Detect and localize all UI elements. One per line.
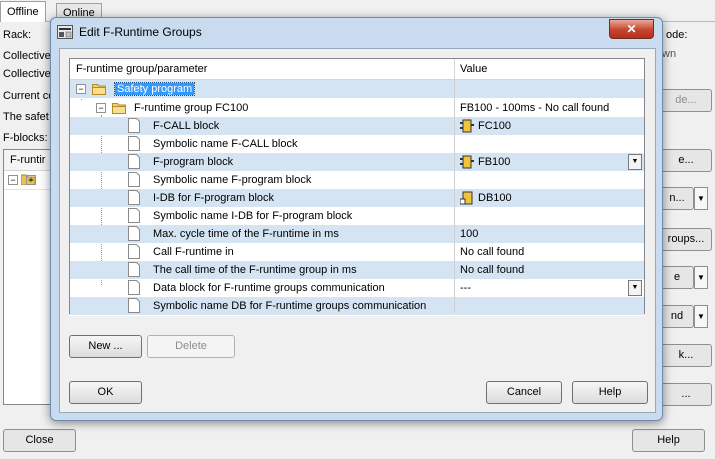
column-header-parameter[interactable]: F-runtime group/parameter xyxy=(76,63,207,75)
document-icon xyxy=(128,262,140,277)
grid-row-label: F-runtime group FC100 xyxy=(134,102,249,114)
grid-row-symbolic-f-program[interactable]: Symbolic name F-program block xyxy=(70,171,644,190)
column-divider[interactable] xyxy=(454,80,455,313)
grid-row-label: Safety program xyxy=(113,82,196,96)
document-icon xyxy=(128,244,140,259)
grid-row-f-call-block[interactable]: F-CALL block FC100 xyxy=(70,117,644,136)
background-button-3[interactable]: n... xyxy=(660,187,694,210)
grid-row-value[interactable]: FB100 - 100ms - No call found xyxy=(460,102,609,114)
dropdown-arrow-icon[interactable]: ▼ xyxy=(628,154,642,170)
selected-row-text: Safety program xyxy=(113,82,196,96)
collective-label-1: Collective xyxy=(3,50,51,62)
background-dropdown-arrow-icon[interactable]: ▼ xyxy=(694,305,708,328)
document-icon xyxy=(128,226,140,241)
grid-row-call-time[interactable]: The call time of the F-runtime group in … xyxy=(70,261,644,280)
grid-row-symbolic-f-call[interactable]: Symbolic name F-CALL block xyxy=(70,135,644,154)
grid-row-label: Symbolic name F-program block xyxy=(153,174,312,186)
tab-offline[interactable]: Offline xyxy=(0,1,46,22)
help-button[interactable]: Help xyxy=(572,381,648,404)
grid-row-label: Call F-runtime in xyxy=(153,246,234,258)
document-icon xyxy=(128,172,140,187)
grid-row-value[interactable]: DB100 xyxy=(478,192,512,204)
document-icon xyxy=(128,208,140,223)
grid-row-label: Symbolic name I-DB for F-program block xyxy=(153,210,353,222)
dropdown-arrow-icon[interactable]: ▼ xyxy=(628,280,642,296)
background-button-4[interactable]: roups... xyxy=(660,228,712,251)
background-button-8[interactable]: ... xyxy=(660,383,712,406)
dialog-title: Edit F-Runtime Groups xyxy=(79,25,202,39)
grid-row-call-f-runtime[interactable]: Call F-runtime in No call found xyxy=(70,243,644,262)
grid-row-symbolic-db-comm[interactable]: Symbolic name DB for F-runtime groups co… xyxy=(70,297,644,316)
background-help-button[interactable]: Help xyxy=(632,429,705,452)
grid-row-max-cycle-time[interactable]: Max. cycle time of the F-runtime in ms 1… xyxy=(70,225,644,244)
grid-row-symbolic-idb[interactable]: Symbolic name I-DB for F-program block xyxy=(70,207,644,226)
ok-button[interactable]: OK xyxy=(69,381,142,404)
grid-row-value[interactable]: 100 xyxy=(460,228,478,240)
edit-f-runtime-groups-dialog: Edit F-Runtime Groups ✕ F-runtime group/… xyxy=(50,17,663,421)
background-block-tree[interactable]: F-runtir − + − xyxy=(3,149,578,405)
grid-row-safety-program[interactable]: − Safety program xyxy=(70,80,644,99)
grid-row-value[interactable]: No call found xyxy=(460,264,524,276)
dialog-client-area: F-runtime group/parameter Value − Safety… xyxy=(59,48,656,413)
folder-icon xyxy=(92,84,106,95)
grid-row-label: Symbolic name F-CALL block xyxy=(153,138,298,150)
grid-row-label: Data block for F-runtime groups communic… xyxy=(153,282,385,294)
grid-row-label: The call time of the F-runtime group in … xyxy=(153,264,357,276)
grid-header: F-runtime group/parameter Value xyxy=(70,59,644,80)
grid-row-value[interactable]: No call found xyxy=(460,246,524,258)
grid-row-idb-f-program[interactable]: I-DB for F-program block DB100 xyxy=(70,189,644,208)
document-icon xyxy=(128,154,140,169)
document-icon xyxy=(128,298,140,313)
grid-row-label: F-CALL block xyxy=(153,120,220,132)
column-header-value[interactable]: Value xyxy=(460,63,487,75)
mode-label: ode: xyxy=(666,29,688,41)
f-blocks-label: F-blocks: xyxy=(3,132,48,144)
close-icon[interactable]: ✕ xyxy=(609,19,654,39)
function-block-icon xyxy=(460,155,474,169)
background-dropdown-arrow-icon[interactable]: ▼ xyxy=(694,187,708,210)
collapse-icon[interactable]: − xyxy=(76,84,86,94)
grid-row-data-block-comm[interactable]: Data block for F-runtime groups communic… xyxy=(70,279,644,298)
background-button-6[interactable]: nd xyxy=(660,305,694,328)
dialog-title-bar[interactable]: Edit F-Runtime Groups ✕ xyxy=(51,18,662,46)
f-runtime-groups-grid[interactable]: F-runtime group/parameter Value − Safety… xyxy=(69,58,645,316)
grid-row-label: Max. cycle time of the F-runtime in ms xyxy=(153,228,339,240)
collective-label-2: Collective xyxy=(3,68,51,80)
grid-row-label: Symbolic name DB for F-runtime groups co… xyxy=(153,300,427,312)
background-tree-header: F-runtir xyxy=(4,150,54,171)
delete-button[interactable]: Delete xyxy=(147,335,235,358)
document-icon xyxy=(128,118,140,133)
grid-row-value[interactable]: FB100 xyxy=(478,156,510,168)
new-button[interactable]: New ... xyxy=(69,335,142,358)
document-icon xyxy=(128,280,140,295)
app-icon xyxy=(57,25,73,39)
safety-label: The safet xyxy=(3,111,49,123)
grid-row-label: I-DB for F-program block xyxy=(153,192,275,204)
collapse-icon[interactable]: − xyxy=(96,103,106,113)
grid-row-value[interactable]: FC100 xyxy=(478,120,511,132)
current-label: Current co xyxy=(3,90,55,102)
function-block-icon xyxy=(460,119,474,133)
grid-row-f-runtime-group[interactable]: − F-runtime group FC100 FB100 - 100ms - … xyxy=(70,99,644,118)
grid-row-value[interactable]: --- xyxy=(460,282,471,294)
background-button-7[interactable]: k... xyxy=(660,344,712,367)
document-icon xyxy=(128,136,140,151)
grid-row-label: F-program block xyxy=(153,156,234,168)
data-block-icon xyxy=(460,191,473,205)
background-dropdown-arrow-icon[interactable]: ▼ xyxy=(694,266,708,289)
background-button-2[interactable]: e... xyxy=(660,149,712,172)
grid-row-f-program-block[interactable]: F-program block FB100 ▼ xyxy=(70,153,644,172)
rack-label: Rack: xyxy=(3,29,32,41)
background-button-5[interactable]: e xyxy=(660,266,694,289)
mode-value: wn xyxy=(662,48,677,60)
background-button-1[interactable]: de... xyxy=(660,89,712,112)
background-close-button[interactable]: Close xyxy=(3,429,76,452)
cancel-button[interactable]: Cancel xyxy=(486,381,562,404)
folder-icon xyxy=(112,103,126,114)
document-icon xyxy=(128,190,140,205)
